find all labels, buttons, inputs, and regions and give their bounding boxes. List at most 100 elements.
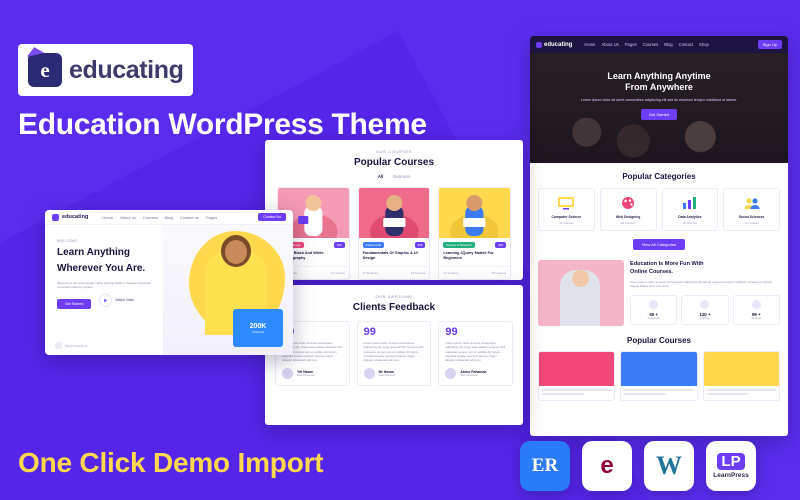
tab-business[interactable]: Business bbox=[393, 174, 410, 179]
elementor-badge: e bbox=[582, 441, 632, 491]
nav-link[interactable]: Courses bbox=[143, 215, 158, 220]
course-tag: Design & Art bbox=[362, 242, 385, 248]
footer-tagline: One Click Demo Import bbox=[18, 447, 324, 478]
course-body bbox=[621, 386, 696, 400]
popular-courses-mockup: OUR COURSES Popular Courses All Business… bbox=[265, 140, 523, 280]
scroll-hint: Scroll To Explore bbox=[55, 342, 87, 349]
course-students: 41 Students bbox=[443, 270, 459, 275]
nav-link[interactable]: About us bbox=[120, 215, 136, 220]
mockup-logo: educating bbox=[536, 41, 573, 48]
categories-row: Computer Science 12 Courses Web Designin… bbox=[530, 188, 788, 231]
avatar bbox=[445, 368, 457, 380]
people-icon bbox=[727, 195, 776, 211]
courses-title: Popular Courses bbox=[353, 157, 435, 168]
nav-link[interactable]: Home bbox=[584, 42, 595, 47]
mockup-nav-links[interactable]: Home About Us Pages Courses Blog Contact… bbox=[584, 42, 708, 47]
nav-link[interactable]: Courses bbox=[643, 42, 659, 47]
badge-label: Students bbox=[252, 329, 264, 334]
placeholder-line bbox=[624, 389, 694, 391]
category-count: 08 Courses bbox=[620, 221, 636, 225]
avatar bbox=[282, 368, 293, 380]
category-card[interactable]: Computer Science 12 Courses bbox=[538, 188, 595, 231]
course-body bbox=[539, 386, 614, 400]
course-thumb bbox=[621, 352, 697, 386]
tab-all[interactable]: All bbox=[378, 174, 383, 179]
course-tag-row: Design & Art $59 bbox=[359, 238, 430, 248]
nav-link[interactable]: Pages bbox=[206, 215, 217, 220]
instructor-icon bbox=[649, 299, 659, 309]
course-tag: Science & Research bbox=[443, 242, 475, 248]
learnpress-badge: LP LearnPress bbox=[706, 441, 756, 491]
poster-canvas: e educating Education WordPress Theme On… bbox=[0, 0, 800, 500]
play-icon bbox=[99, 293, 113, 307]
hero-cta-button[interactable]: Get Started bbox=[640, 109, 678, 120]
mockup-navbar: educating Home About Us Pages Courses Bl… bbox=[530, 36, 788, 53]
author-role: Web Designer bbox=[378, 374, 396, 378]
contact-us-button[interactable]: Contact Us bbox=[258, 213, 286, 221]
category-card[interactable]: Social Sciences 10 Courses bbox=[723, 188, 780, 231]
feedback-eyebrow: OUR AWESOME bbox=[375, 294, 413, 299]
course-card[interactable]: Design & Art $59 Fundamentals Of Graphic… bbox=[357, 187, 431, 280]
hero-paragraph: Welcome to the most popular online learn… bbox=[57, 281, 151, 290]
mockup-course-card[interactable] bbox=[538, 351, 616, 401]
course-card[interactable]: Science & Research $39 Learning JQuery M… bbox=[438, 187, 512, 280]
scroll-hint-label: Scroll To Explore bbox=[65, 343, 88, 348]
hero-title-line1: Learn Anything Anytime bbox=[607, 71, 711, 81]
category-count: 12 Courses bbox=[559, 221, 574, 225]
categories-title: Popular Categories bbox=[622, 172, 696, 181]
category-name: Web Designing bbox=[615, 215, 641, 219]
nav-link[interactable]: About Us bbox=[602, 42, 619, 47]
hero-mockup-nav-links[interactable]: Home About us Courses Blog Contact us Pa… bbox=[102, 215, 217, 220]
about-paragraph: Lorem ipsum dolor sit amet consectetur a… bbox=[630, 280, 773, 289]
testimonial-card: 99 Lorem ipsum dolor sit amet consectetu… bbox=[356, 321, 432, 387]
clients-feedback-mockup: OUR AWESOME Clients Feedback 99 Lorem ip… bbox=[265, 285, 523, 425]
placeholder-line bbox=[706, 393, 749, 395]
hero-copy: WELCOME Learn Anything Wherever You Are.… bbox=[45, 225, 163, 355]
about-stats: 55 + Instructors 120 + Courses 99 + Stud… bbox=[630, 294, 780, 325]
mockup-course-card[interactable] bbox=[702, 351, 780, 401]
course-tag-row: Science & Research $39 bbox=[439, 238, 510, 248]
mockup-courses-row bbox=[538, 351, 780, 401]
mockup-course-card[interactable] bbox=[620, 351, 698, 401]
nav-link[interactable]: Shop bbox=[699, 42, 709, 47]
nav-link[interactable]: Blog bbox=[165, 215, 173, 220]
brand-badges: ER e W LP LearnPress bbox=[520, 441, 756, 491]
course-price: $59 bbox=[414, 242, 426, 248]
hero-cta-button[interactable]: Get Started bbox=[57, 298, 92, 309]
course-icon bbox=[700, 299, 710, 309]
about-image bbox=[538, 260, 624, 326]
course-name: Fundamentals Of Graphic & UI Design bbox=[362, 251, 418, 261]
stat-card: 120 + Courses bbox=[681, 294, 729, 325]
nav-link[interactable]: Pages bbox=[625, 42, 637, 47]
placeholder-line bbox=[542, 393, 584, 395]
elementor-kit-badge: ER bbox=[520, 441, 570, 491]
students-badge: 200K Students bbox=[233, 309, 283, 347]
testimonial-author: Mr Hasan Web Designer bbox=[363, 368, 425, 380]
watch-video-button[interactable]: Watch Video bbox=[99, 293, 134, 307]
hero-mockup-logo-text: educating bbox=[62, 214, 89, 220]
signup-button[interactable]: Sign Up bbox=[757, 40, 782, 49]
mockup-logo-text: educating bbox=[544, 41, 573, 48]
course-meta: 41 Students 09 Lessons bbox=[439, 265, 511, 279]
stat-label: Instructors bbox=[647, 316, 660, 320]
cap-top-icon bbox=[25, 45, 45, 57]
courses-eyebrow: OUR COURSES bbox=[375, 149, 413, 154]
hero-text: Learn Anything Anytime From Anywhere Lor… bbox=[530, 71, 788, 121]
category-card[interactable]: Web Designing 08 Courses bbox=[599, 188, 657, 231]
course-lessons: 12 Lessons bbox=[330, 270, 345, 275]
course-image bbox=[439, 188, 511, 250]
hero-mockup-body: WELCOME Learn Anything Wherever You Are.… bbox=[45, 225, 293, 355]
course-thumb bbox=[703, 352, 779, 386]
course-name: Learning JQuery Mobile For Beginners bbox=[443, 251, 494, 261]
author-role: Web Developer bbox=[297, 374, 315, 378]
badge-value: 200K bbox=[249, 322, 267, 330]
nav-link[interactable]: Contact bbox=[679, 42, 693, 47]
view-all-categories-button[interactable]: View All Categories bbox=[632, 239, 686, 250]
homepage-mockup: educating Home About Us Pages Courses Bl… bbox=[530, 36, 788, 436]
nav-link[interactable]: Blog bbox=[664, 42, 672, 47]
nav-link[interactable]: Contact us bbox=[180, 215, 199, 220]
category-card[interactable]: Data Analytics 15 Courses bbox=[661, 188, 719, 231]
nav-link[interactable]: Home bbox=[102, 215, 113, 220]
hero-subtitle: Lorem ipsum dolor sit amet consectetur a… bbox=[580, 98, 738, 102]
elementor-icon: e bbox=[600, 452, 614, 479]
